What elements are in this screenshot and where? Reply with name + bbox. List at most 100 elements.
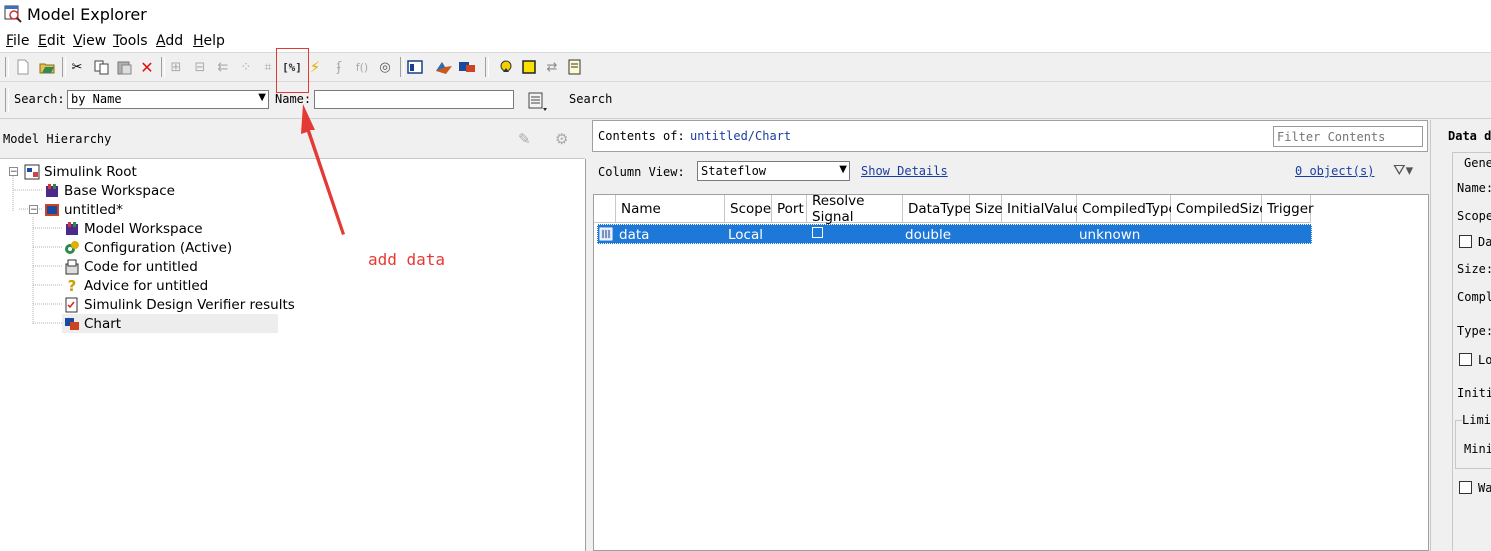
column-header-initial-value[interactable]: InitialValue — [1002, 195, 1081, 223]
tree-label: untitled* — [64, 201, 123, 218]
tree-item-chart[interactable]: Chart — [62, 314, 278, 333]
column-header-datatype[interactable]: DataType — [903, 195, 971, 223]
simulink-icon[interactable] — [458, 58, 476, 76]
tree-item-model-workspace[interactable]: Model Workspace — [64, 219, 203, 238]
column-header-size[interactable]: Size — [970, 195, 1003, 223]
menu-add[interactable]: Add — [156, 33, 183, 49]
toolbar-separator — [485, 57, 489, 77]
tree-item-code[interactable]: Code for untitled — [64, 257, 198, 276]
add-message-icon[interactable]: ◎ — [376, 58, 394, 76]
table-row[interactable]: data Local double unknown — [597, 224, 1312, 244]
search-bar: Search: by Name ▼ Name: Search — [0, 82, 1491, 119]
collapse-untitled-toggle[interactable]: − — [29, 205, 38, 215]
cut-icon[interactable]: ✂ — [68, 58, 86, 76]
window-title: Model Explorer — [27, 5, 147, 24]
column-view-dropdown[interactable]: Stateflow ▼ — [697, 161, 850, 181]
data-dictionary-icon[interactable] — [497, 58, 515, 76]
highlight-block-icon[interactable] — [520, 58, 538, 76]
paste-icon[interactable] — [115, 58, 133, 76]
column-header-port[interactable]: Port — [772, 195, 807, 223]
title-bar: Model Explorer — [0, 0, 1491, 30]
type-field-label: Type: — [1457, 324, 1491, 338]
model-hierarchy-tree: − Simulink Root Base Workspace − untitle… — [0, 159, 586, 551]
toolbar-separator — [62, 57, 66, 77]
tree-item-simulink-root[interactable]: Simulink Root — [24, 162, 137, 181]
add-signal-icon[interactable]: ⇇ — [214, 58, 232, 76]
search-by-dropdown[interactable]: by Name ▼ — [67, 90, 269, 109]
verifier-results-icon — [64, 297, 80, 313]
add-function-icon[interactable]: f() — [353, 58, 371, 76]
menu-view[interactable]: View — [73, 33, 106, 49]
search-options-icon[interactable] — [527, 91, 549, 113]
general-tab[interactable]: Gene — [1464, 156, 1491, 170]
data-dialog-pane: Data d Gene Name: Scope Da Size: Compl T… — [1430, 120, 1491, 551]
add-trigger-icon[interactable]: ʄ — [330, 58, 348, 76]
report-icon[interactable] — [566, 58, 584, 76]
add-model-icon[interactable]: ⊞ — [167, 58, 185, 76]
column-header-resolve-signal[interactable]: Resolve Signal — [807, 193, 903, 225]
column-header-scope[interactable]: Scope — [725, 195, 772, 223]
column-header-compiled-size[interactable]: CompiledSize — [1171, 195, 1268, 223]
lock-checkbox-label: Lo — [1478, 353, 1491, 367]
column-view-label: Column View: — [598, 165, 685, 179]
menu-file[interactable]: File — [6, 33, 29, 49]
show-dialog-icon[interactable] — [406, 58, 424, 76]
chevron-down-icon: ▼ — [258, 92, 266, 103]
matlab-icon[interactable] — [435, 58, 453, 76]
data-checkbox[interactable] — [1459, 235, 1472, 248]
search-button[interactable]: Search — [569, 92, 612, 106]
workspace-icon — [64, 221, 80, 237]
cell-name[interactable]: data — [619, 225, 649, 245]
show-details-link[interactable]: Show Details — [861, 164, 948, 178]
copy-icon[interactable] — [92, 58, 110, 76]
toolbar-separator — [5, 88, 9, 112]
size-field-label: Size: — [1457, 262, 1491, 276]
resolve-signal-checkbox[interactable] — [812, 227, 823, 238]
toolbar-separator — [5, 57, 9, 77]
column-header-compiled-type[interactable]: CompiledType — [1077, 195, 1177, 223]
menu-edit[interactable]: Edit — [38, 33, 65, 49]
cell-compiled-type[interactable]: unknown — [1079, 225, 1140, 245]
delete-icon[interactable]: ✕ — [138, 58, 156, 77]
filter-icon[interactable]: ⛛▾ — [1393, 161, 1413, 179]
dialog-title: Data d — [1448, 129, 1491, 143]
add-block-icon[interactable]: ⊟ — [191, 58, 209, 76]
expand-hierarchy-icon[interactable]: ⚙ — [555, 130, 568, 148]
tree-label: Base Workspace — [64, 182, 175, 199]
new-icon[interactable] — [14, 58, 32, 76]
contents-table: Name Scope Port Resolve Signal DataType … — [593, 193, 1429, 551]
tree-item-design-verifier[interactable]: Simulink Design Verifier results — [64, 295, 295, 314]
menu-bar: File Edit View Tools Add Help — [0, 30, 1491, 52]
open-icon[interactable] — [38, 58, 56, 76]
model-hierarchy-header: Model Hierarchy ✎ ⚙ — [0, 120, 585, 159]
object-count-link[interactable]: 0 object(s) — [1295, 164, 1374, 178]
cell-datatype[interactable]: double — [905, 225, 951, 245]
column-header-trigger[interactable]: Trigger — [1262, 195, 1314, 223]
watch-checkbox-label: Wa — [1478, 481, 1491, 495]
tree-label: Advice for untitled — [84, 277, 209, 294]
menu-tools[interactable]: Tools — [113, 33, 148, 49]
watch-checkbox[interactable] — [1459, 481, 1472, 494]
show-current-system-icon[interactable]: ✎ — [518, 130, 531, 148]
contents-header: Contents of: untitled/Chart — [592, 120, 1428, 152]
filter-contents-input[interactable] — [1273, 126, 1423, 147]
add-configuration-icon[interactable]: ⌗ — [259, 58, 277, 76]
tree-item-advice[interactable]: ? Advice for untitled — [64, 276, 209, 295]
cell-scope[interactable]: Local — [728, 225, 763, 245]
menu-help[interactable]: Help — [193, 33, 225, 49]
contents-of-label: Contents of: — [598, 129, 685, 143]
tree-label: Configuration (Active) — [84, 239, 233, 256]
collapse-simulink-root-toggle[interactable]: − — [9, 167, 18, 177]
tree-item-base-workspace[interactable]: Base Workspace — [44, 181, 175, 200]
model-explorer-icon — [4, 5, 22, 23]
column-header-name[interactable]: Name — [616, 195, 725, 223]
toolbar-separator — [400, 57, 404, 77]
tree-item-untitled[interactable]: untitled* — [44, 200, 123, 219]
add-parameter-icon[interactable]: ⁘ — [237, 58, 255, 76]
swap-icon[interactable]: ⇄ — [543, 58, 561, 76]
lock-checkbox[interactable] — [1459, 353, 1472, 366]
tree-label: Chart — [84, 315, 122, 332]
annotation-label: add data — [368, 250, 446, 269]
workspace-icon — [44, 183, 60, 199]
tree-item-configuration[interactable]: Configuration (Active) — [64, 238, 232, 257]
